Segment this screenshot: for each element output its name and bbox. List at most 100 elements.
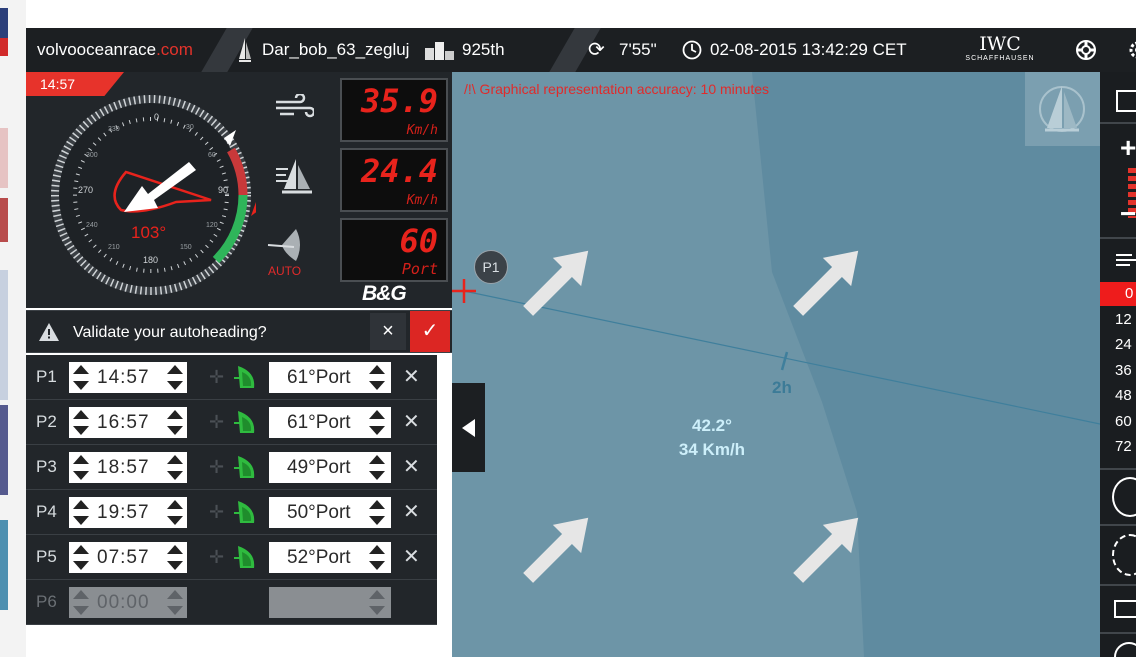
- sail-mode-icon[interactable]: [234, 454, 258, 485]
- time-minute-stepper[interactable]: [165, 364, 185, 391]
- program-heading-value: 50°Port: [287, 502, 351, 523]
- zoom-out-button[interactable]: −: [1120, 200, 1136, 228]
- collapse-panel-button[interactable]: [452, 383, 485, 472]
- sponsor-sub: SCHAFFHAUSEN: [965, 55, 1035, 62]
- time-hour-stepper[interactable]: [71, 409, 91, 436]
- lifebuoy-icon[interactable]: [1075, 28, 1097, 72]
- program-time-field[interactable]: 16:57: [69, 407, 187, 438]
- compass-label-210: 210: [108, 244, 120, 251]
- chevron-down-icon: [369, 516, 385, 525]
- table-row: P4 19:57 ✛ 50°Port ✕: [26, 490, 437, 535]
- time-hour-stepper[interactable]: [71, 499, 91, 526]
- compass-label-240: 240: [86, 222, 98, 229]
- delete-program-button[interactable]: ✕: [403, 490, 420, 534]
- chevron-up-icon: [167, 590, 183, 599]
- delete-program-button[interactable]: ✕: [403, 535, 420, 579]
- time-step-60[interactable]: 60: [1115, 413, 1132, 430]
- time-step-0[interactable]: 0: [1125, 285, 1133, 302]
- heading-stepper[interactable]: [367, 454, 387, 481]
- chevron-down-icon: [73, 516, 89, 525]
- sail-mode-button[interactable]: [1025, 72, 1100, 146]
- crosshair-icon: ✛: [209, 502, 225, 522]
- time-minute-stepper[interactable]: [165, 409, 185, 436]
- program-time-field[interactable]: 18:57: [69, 452, 187, 483]
- sponsor-name: IWC: [979, 33, 1021, 55]
- time-minute-stepper[interactable]: [165, 544, 185, 571]
- compass-dial[interactable]: [46, 90, 256, 300]
- program-heading-value: 52°Port: [287, 547, 351, 568]
- heading-stepper[interactable]: [367, 544, 387, 571]
- waypoint-p1-marker[interactable]: P1: [474, 250, 508, 284]
- sync-icon[interactable]: ⟳: [588, 28, 605, 72]
- program-time-value: 19:57: [97, 502, 150, 523]
- program-heading-value: 49°Port: [287, 457, 351, 478]
- program-heading-field[interactable]: 61°Port: [269, 407, 391, 438]
- sail-mode-icon[interactable]: [234, 499, 258, 530]
- delete-program-button[interactable]: ✕: [403, 400, 420, 444]
- wind-direction: 42.2°: [692, 416, 732, 435]
- brand-logo[interactable]: volvooceanrace.com: [37, 28, 193, 72]
- chevron-up-icon: [73, 500, 89, 509]
- validate-bar: Validate your autoheading? × ✓: [26, 310, 452, 353]
- program-time-field[interactable]: 14:57: [69, 362, 187, 393]
- divider: [1100, 468, 1136, 470]
- time-hour-stepper[interactable]: [71, 544, 91, 571]
- time-step-48[interactable]: 48: [1115, 387, 1132, 404]
- mail-icon[interactable]: [1114, 600, 1136, 618]
- time-hour-stepper[interactable]: [71, 454, 91, 481]
- heading-stepper[interactable]: [367, 364, 387, 391]
- time-step-12[interactable]: 12: [1115, 311, 1132, 328]
- program-heading-field[interactable]: 50°Port: [269, 497, 391, 528]
- chevron-down-icon: [73, 426, 89, 435]
- cancel-button[interactable]: ×: [370, 313, 406, 350]
- help-icon[interactable]: [1114, 642, 1136, 672]
- bg-brand-logo: B&G: [362, 282, 407, 305]
- table-row: P5 07:57 ✛ 52°Port ✕: [26, 535, 437, 580]
- chevron-up-icon: [369, 590, 385, 599]
- program-heading-field[interactable]: 49°Port: [269, 452, 391, 483]
- delete-program-button[interactable]: ✕: [403, 445, 420, 489]
- confirm-button[interactable]: ✓: [410, 311, 450, 352]
- settings-icon[interactable]: [1126, 28, 1136, 72]
- program-id: P5: [36, 547, 57, 566]
- chevron-up-icon: [167, 500, 183, 509]
- wind-icon: [276, 92, 316, 125]
- heading-stepper[interactable]: [367, 499, 387, 526]
- center-boat-icon[interactable]: [1112, 534, 1136, 576]
- program-time-field[interactable]: 07:57: [69, 542, 187, 573]
- fullscreen-icon[interactable]: [1116, 90, 1136, 112]
- time-minute-stepper[interactable]: [165, 499, 185, 526]
- sail-mode-icon[interactable]: [234, 409, 258, 440]
- wind-layer-icon[interactable]: [1116, 252, 1136, 268]
- boat-name[interactable]: Dar_bob_63_zegluj: [262, 28, 409, 72]
- time-step-36[interactable]: 36: [1115, 362, 1132, 379]
- time-minute-stepper: [165, 589, 185, 616]
- time-minute-stepper[interactable]: [165, 454, 185, 481]
- sail-mode-icon[interactable]: [234, 364, 258, 395]
- sail-mode-icon[interactable]: [234, 544, 258, 575]
- delete-program-button[interactable]: ✕: [403, 355, 420, 399]
- time-step-72[interactable]: 72: [1115, 438, 1132, 455]
- sailboat-compass-icon: [1039, 86, 1085, 132]
- right-sidebar: + − 0 12 24 36 48 60 72: [1100, 72, 1136, 672]
- autoheading-table: P1 14:57 ✛ 61°Port ✕ P2 16:57 ✛ 61°Port ✕ P3 18:57 ✛…: [26, 355, 437, 625]
- heading-stepper: [367, 589, 387, 616]
- zoom-in-button[interactable]: +: [1120, 134, 1136, 162]
- ranking-icon: [423, 28, 455, 72]
- program-heading-field[interactable]: 52°Port: [269, 542, 391, 573]
- program-time-field[interactable]: 19:57: [69, 497, 187, 528]
- chevron-up-icon: [73, 545, 89, 554]
- heading-stepper[interactable]: [367, 409, 387, 436]
- crosshair-icon: ✛: [209, 457, 225, 477]
- time-hour-stepper[interactable]: [71, 364, 91, 391]
- time-step-24[interactable]: 24: [1115, 336, 1132, 353]
- program-time-value: 14:57: [97, 367, 150, 388]
- chevron-up-icon: [167, 545, 183, 554]
- compass-label-150: 150: [180, 244, 192, 251]
- table-row: P6 00:00: [26, 580, 437, 625]
- user-icon[interactable]: [1112, 477, 1136, 517]
- time-hour-stepper: [71, 589, 91, 616]
- map[interactable]: /!\ Graphical representation accuracy: 1…: [452, 72, 1100, 657]
- wind-speed-readout: 35.9 Km/h: [340, 78, 448, 142]
- program-heading-field[interactable]: 61°Port: [269, 362, 391, 393]
